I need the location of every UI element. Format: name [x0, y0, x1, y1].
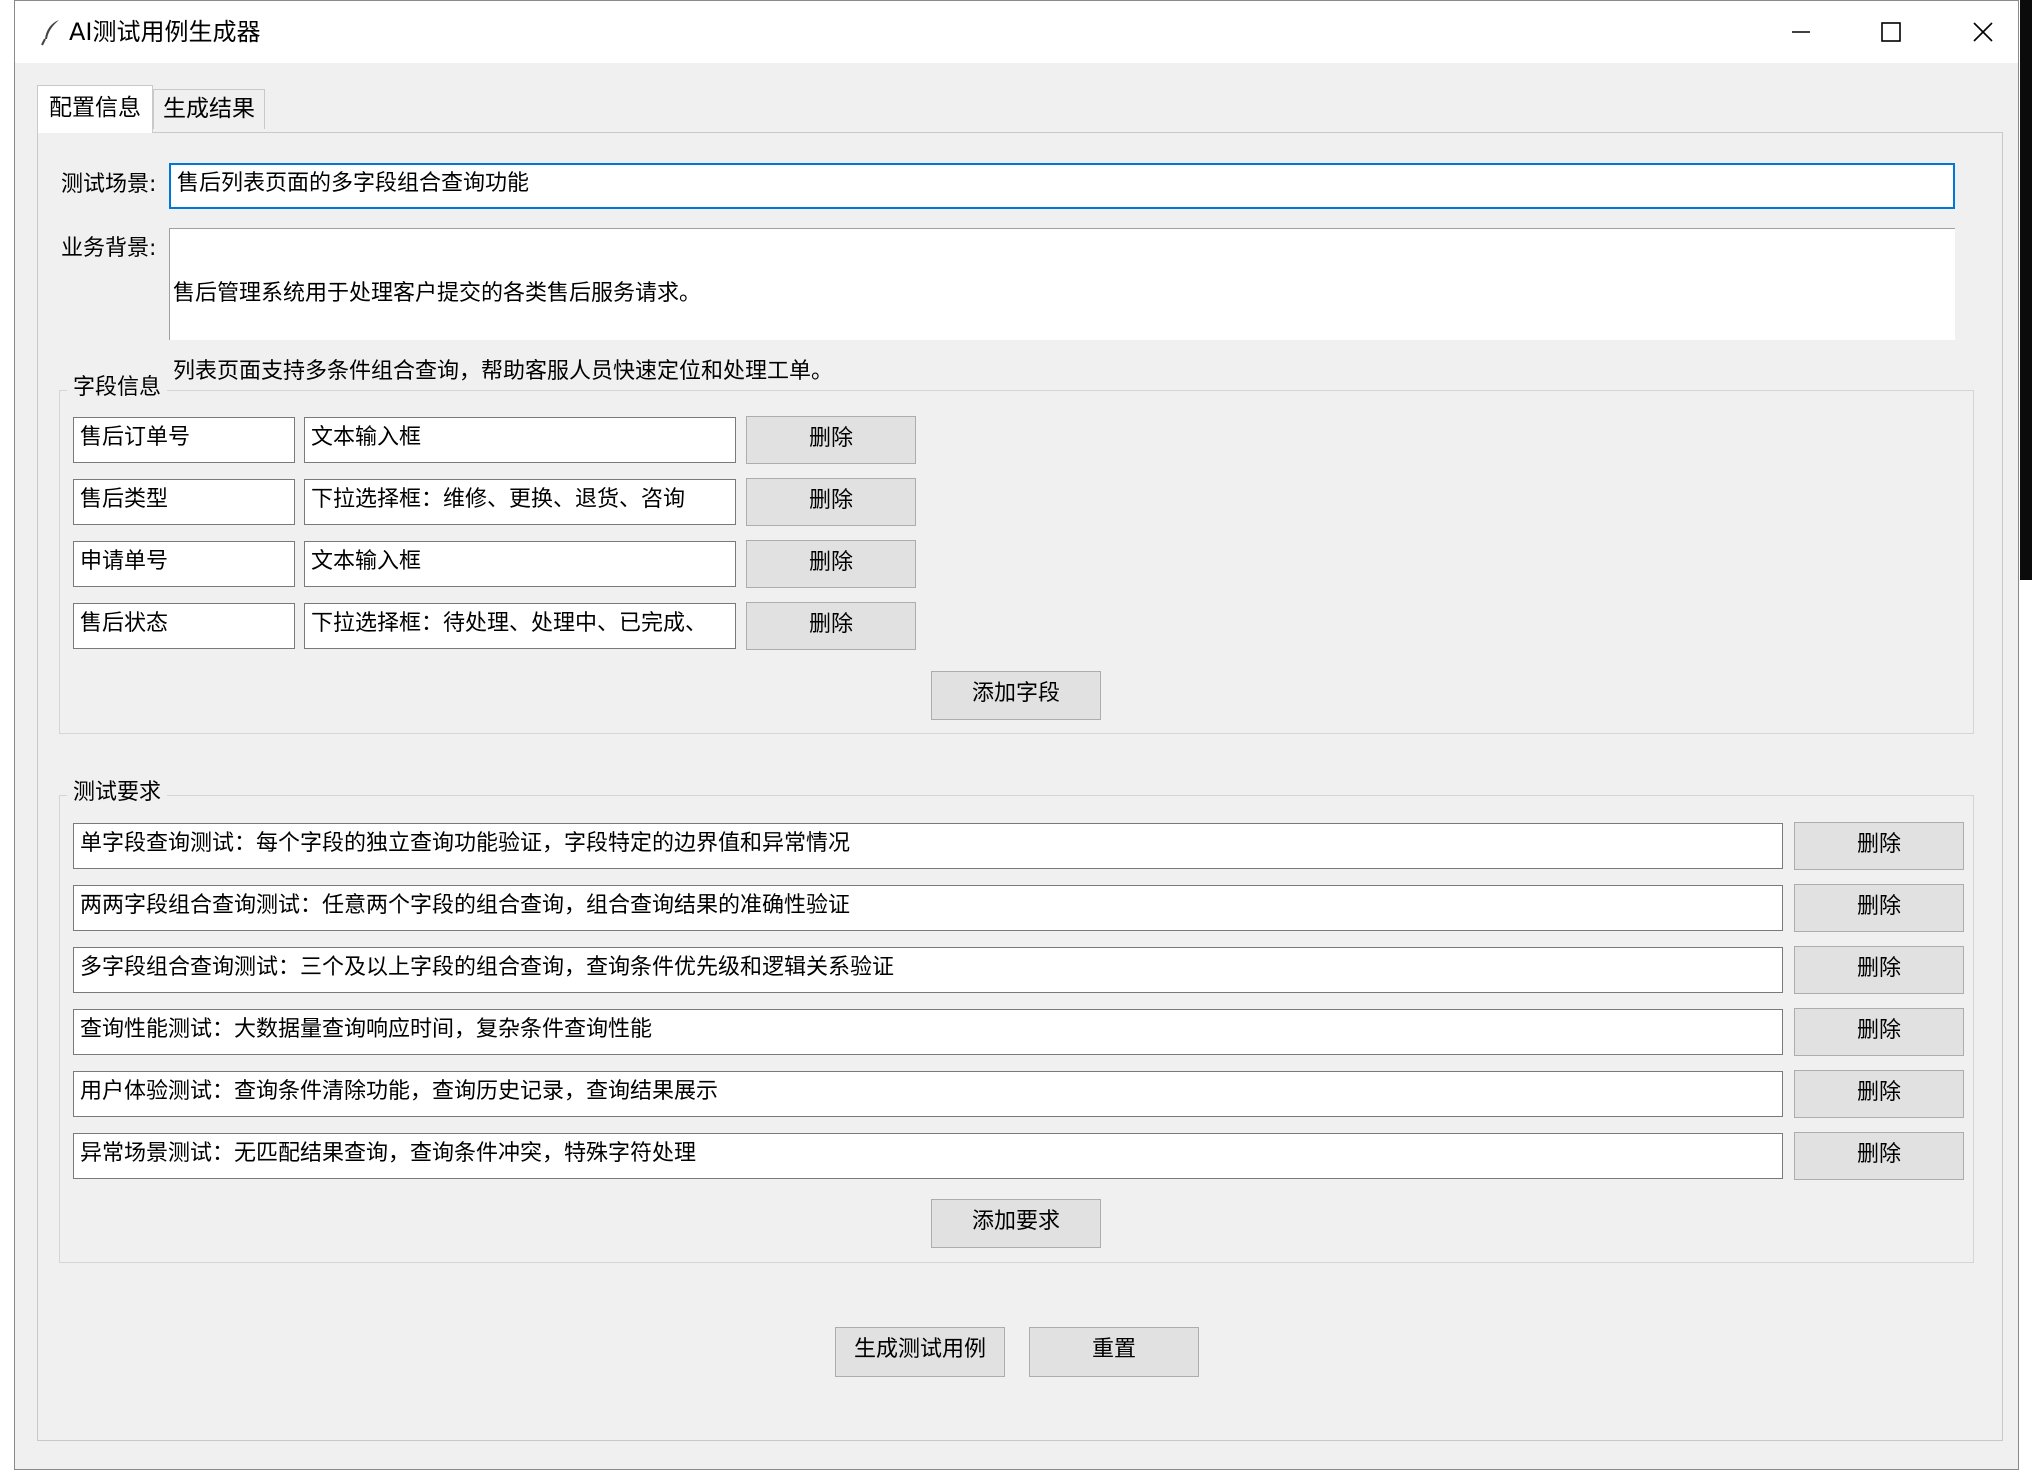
scenario-label: 测试场景:: [61, 172, 157, 197]
requirement-input[interactable]: 两两字段组合查询测试：任意两个字段的组合查询，组合查询结果的准确性验证: [73, 885, 1783, 931]
delete-field-button[interactable]: 删除: [746, 540, 916, 588]
minimize-icon: [1792, 31, 1810, 33]
requirement-input[interactable]: 单字段查询测试：每个字段的独立查询功能验证，字段特定的边界值和异常情况: [73, 823, 1783, 869]
add-requirement-button[interactable]: 添加要求: [931, 1199, 1101, 1248]
field-type-input[interactable]: 下拉选择框：待处理、处理中、已完成、: [304, 603, 736, 649]
maximize-button[interactable]: [1846, 1, 1936, 63]
background-line-1: 售后管理系统用于处理客户提交的各类售后服务请求。: [173, 281, 702, 306]
tab-results[interactable]: 生成结果: [153, 89, 265, 129]
tab-config[interactable]: 配置信息: [37, 85, 153, 133]
delete-requirement-button[interactable]: 删除: [1794, 946, 1964, 994]
generate-test-cases-button[interactable]: 生成测试用例: [835, 1327, 1005, 1377]
field-name-input[interactable]: 售后订单号: [73, 417, 295, 463]
delete-requirement-button[interactable]: 删除: [1794, 1008, 1964, 1056]
add-field-button[interactable]: 添加字段: [931, 671, 1101, 720]
delete-field-button[interactable]: 删除: [746, 416, 916, 464]
title-bar: AI测试用例生成器: [15, 1, 2018, 63]
minimize-button[interactable]: [1756, 1, 1846, 63]
close-icon: [1973, 22, 1993, 42]
field-type-input[interactable]: 文本输入框: [304, 417, 736, 463]
fields-group-title: 字段信息: [67, 373, 168, 403]
field-name-input[interactable]: 申请单号: [73, 541, 295, 587]
window-title: AI测试用例生成器: [69, 18, 261, 46]
requirements-group-title: 测试要求: [67, 778, 168, 808]
requirement-input[interactable]: 多字段组合查询测试：三个及以上字段的组合查询，查询条件优先级和逻辑关系验证: [73, 947, 1783, 993]
requirement-input[interactable]: 用户体验测试：查询条件清除功能，查询历史记录，查询结果展示: [73, 1071, 1783, 1117]
delete-field-button[interactable]: 删除: [746, 478, 916, 526]
background-label: 业务背景:: [61, 236, 157, 261]
maximize-icon: [1881, 22, 1901, 42]
main-window: AI测试用例生成器 配置信息 生成结果 测试场景: 售后列表页面的多字段组合查询…: [14, 0, 2019, 1470]
background-window-strip: [0, 0, 14, 1478]
feather-icon: [37, 17, 67, 47]
background-window-edge: [2020, 0, 2032, 580]
scenario-input[interactable]: 售后列表页面的多字段组合查询功能: [169, 163, 1955, 209]
delete-requirement-button[interactable]: 删除: [1794, 822, 1964, 870]
field-name-input[interactable]: 售后类型: [73, 479, 295, 525]
background-textarea[interactable]: 售后管理系统用于处理客户提交的各类售后服务请求。 列表页面支持多条件组合查询，帮…: [169, 228, 1955, 384]
field-type-input[interactable]: 下拉选择框：维修、更换、退货、咨询: [304, 479, 736, 525]
delete-requirement-button[interactable]: 删除: [1794, 1132, 1964, 1180]
reset-button[interactable]: 重置: [1029, 1327, 1199, 1377]
background-line-2: 列表页面支持多条件组合查询，帮助客服人员快速定位和处理工单。: [173, 359, 834, 384]
field-type-input[interactable]: 文本输入框: [304, 541, 736, 587]
delete-requirement-button[interactable]: 删除: [1794, 884, 1964, 932]
delete-requirement-button[interactable]: 删除: [1794, 1070, 1964, 1118]
close-button[interactable]: [1938, 1, 2028, 63]
requirement-input[interactable]: 查询性能测试：大数据量查询响应时间，复杂条件查询性能: [73, 1009, 1783, 1055]
field-name-input[interactable]: 售后状态: [73, 603, 295, 649]
requirement-input[interactable]: 异常场景测试：无匹配结果查询，查询条件冲突，特殊字符处理: [73, 1133, 1783, 1179]
delete-field-button[interactable]: 删除: [746, 602, 916, 650]
